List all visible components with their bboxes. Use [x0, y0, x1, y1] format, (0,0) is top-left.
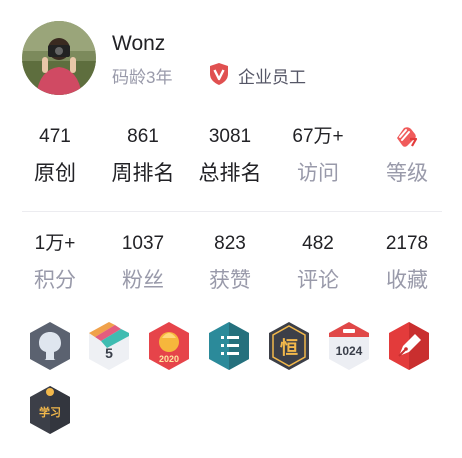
stat-favorites[interactable]: 2178 收藏 [362, 232, 452, 293]
stat-comments[interactable]: 482 评论 [273, 232, 363, 293]
stat-fans[interactable]: 1037 粉丝 [98, 232, 188, 293]
stat-value: 823 [214, 233, 246, 254]
stat-weekly-rank[interactable]: 861 周排名 [98, 125, 188, 186]
stat-label: 等级 [386, 162, 428, 185]
stat-likes[interactable]: 823 获赞 [185, 232, 275, 293]
svg-text:5: 5 [105, 345, 113, 361]
list-badge-icon[interactable] [205, 320, 253, 372]
stat-value: 2178 [385, 233, 429, 254]
stat-value: 1037 [121, 233, 165, 254]
company-label: 企业员工 [238, 68, 306, 87]
stat-total-rank[interactable]: 3081 总排名 [185, 125, 275, 186]
stat-label: 评论 [297, 269, 339, 292]
divider [22, 211, 442, 212]
stat-label: 总排名 [198, 162, 262, 185]
stat-label: 周排名 [111, 162, 175, 185]
svg-text:恒: 恒 [280, 337, 298, 359]
avatar[interactable] [22, 21, 96, 95]
stat-visits[interactable]: 67万+ 访问 [273, 125, 363, 186]
github-badge-icon[interactable] [26, 320, 74, 372]
stat-label: 积分 [34, 269, 76, 292]
stat-label: 收藏 [386, 269, 428, 292]
enterprise-v-badge-icon [210, 63, 228, 85]
stat-points[interactable]: 1万+ 积分 [10, 232, 100, 293]
persistence-badge-icon[interactable]: 恒 [265, 320, 313, 372]
5-years-badge-icon[interactable]: 5 [85, 320, 133, 372]
svg-text:学习: 学习 [39, 405, 61, 419]
stat-value: 3081 [208, 126, 252, 147]
stat-label: 粉丝 [122, 269, 164, 292]
user-name[interactable]: Wonz [112, 32, 165, 56]
stat-label: 原创 [34, 162, 76, 185]
stat-value: 861 [127, 126, 159, 147]
profile-header: Wonz 码龄3年 企业员工 [22, 21, 452, 97]
svg-text:2020: 2020 [159, 354, 179, 364]
stat-value: 67万+ [292, 126, 344, 147]
stat-value: 482 [302, 233, 334, 254]
1024-badge-icon[interactable]: 1024 [325, 320, 373, 372]
level-icon [397, 127, 418, 147]
stat-value: 471 [39, 126, 71, 147]
svg-text:1024: 1024 [336, 344, 363, 358]
stat-value: 1万+ [34, 233, 76, 254]
badges-grid: 5 2020 恒 1024 学习 [26, 320, 446, 440]
study-badge-icon[interactable]: 学习 [26, 384, 74, 436]
stat-level[interactable]: 等级 [362, 125, 452, 186]
stat-original[interactable]: 471 原创 [10, 125, 100, 186]
pen-badge-icon[interactable] [385, 320, 433, 372]
stat-label: 访问 [297, 162, 339, 185]
2020-badge-icon[interactable]: 2020 [145, 320, 193, 372]
code-age: 码龄3年 [112, 68, 173, 87]
stat-label: 获赞 [209, 269, 251, 292]
